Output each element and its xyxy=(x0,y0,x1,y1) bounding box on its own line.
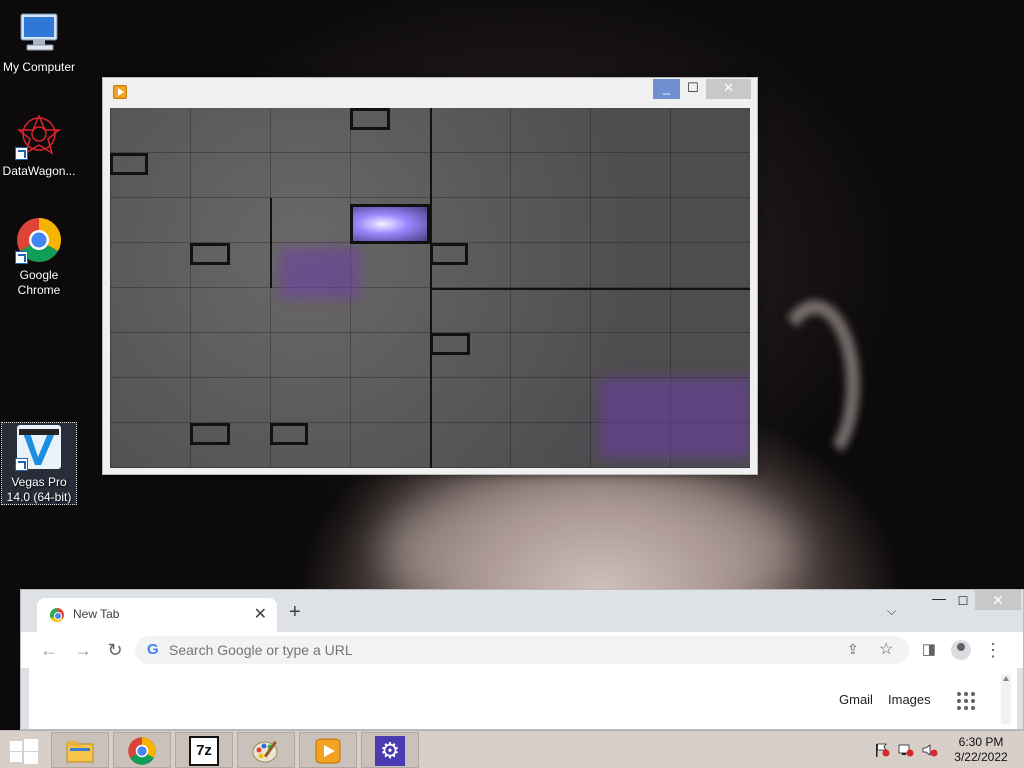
desktop-icon-label: Vegas Pro 14.0 (64-bit) xyxy=(6,475,72,504)
video-frame xyxy=(110,108,750,468)
chrome-icon xyxy=(127,736,157,766)
chrome-menu-button[interactable]: ⋮ xyxy=(981,638,1005,662)
taskbar-paint[interactable] xyxy=(237,732,295,768)
window-titlebar[interactable]: _ ☐ ✕ xyxy=(103,78,757,102)
new-tab-button[interactable]: + xyxy=(289,602,301,622)
clock-date: 3/22/2022 xyxy=(954,750,1008,764)
datawagon-icon xyxy=(15,112,63,160)
desktop-icon-google-chrome[interactable]: Google Chrome xyxy=(1,216,77,298)
profile-button[interactable] xyxy=(949,638,973,662)
taskbar-7zip[interactable]: 7z xyxy=(175,732,233,768)
video-player-window[interactable]: _ ☐ ✕ xyxy=(102,77,758,475)
chrome-icon xyxy=(15,216,63,264)
google-apps-icon[interactable] xyxy=(957,692,975,710)
file-explorer-icon xyxy=(65,736,95,766)
images-link[interactable]: Images xyxy=(888,692,931,707)
settings-gear-icon: ⚙ xyxy=(375,736,405,766)
taskbar-media-player[interactable] xyxy=(299,732,357,768)
minimize-button[interactable]: — xyxy=(927,590,951,614)
desktop-icon-vegas-pro[interactable]: Vegas Pro 14.0 (64-bit) xyxy=(1,422,77,505)
maximize-button[interactable]: ☐ xyxy=(951,590,975,614)
tab-title: New Tab xyxy=(73,607,120,621)
side-panel-icon[interactable]: ◨ xyxy=(917,638,941,662)
google-g-icon: G xyxy=(147,641,159,658)
network-icon[interactable] xyxy=(898,743,914,757)
address-input[interactable] xyxy=(169,640,809,660)
close-button[interactable]: ✕ xyxy=(975,590,1021,610)
tab-new-tab[interactable]: New Tab ✕ xyxy=(37,598,277,632)
back-button[interactable]: ← xyxy=(37,638,61,662)
computer-icon xyxy=(15,8,63,56)
vegas-pro-icon xyxy=(15,423,63,471)
gmail-link[interactable]: Gmail xyxy=(839,692,873,707)
desktop-icon-label: Google Chrome xyxy=(17,268,61,297)
desktop-icon-datawagon[interactable]: DataWagon... xyxy=(1,112,77,179)
taskbar-chrome[interactable] xyxy=(113,732,171,768)
minimize-button[interactable]: _ xyxy=(653,79,680,99)
paint-icon xyxy=(251,736,281,766)
chrome-window[interactable]: New Tab ✕ + ⌵ — ☐ ✕ ← → ↻ G ⇪ ☆ ◨ ⋮ Gmai… xyxy=(20,589,1024,730)
close-button[interactable]: ✕ xyxy=(706,79,751,99)
taskbar-settings[interactable]: ⚙ xyxy=(361,732,419,768)
start-button[interactable] xyxy=(10,739,38,764)
clock-time: 6:30 PM xyxy=(958,735,1004,749)
tab-search-dropdown-icon[interactable]: ⌵ xyxy=(887,604,896,619)
volume-muted-icon[interactable] xyxy=(922,743,938,757)
desktop-icon-label: DataWagon... xyxy=(2,164,76,178)
reload-button[interactable]: ↻ xyxy=(103,638,127,662)
taskbar: 7z ⚙ 6:30 PM 3/22/2022 xyxy=(0,730,1024,768)
forward-button[interactable]: → xyxy=(71,638,95,662)
taskbar-file-explorer[interactable] xyxy=(51,732,109,768)
scrollbar[interactable] xyxy=(1001,674,1011,724)
omnibox[interactable]: G ⇪ ☆ xyxy=(135,636,909,664)
tab-strip: New Tab ✕ + ⌵ — ☐ ✕ xyxy=(21,590,1023,632)
desktop-icon-my-computer[interactable]: My Computer xyxy=(1,8,77,75)
new-tab-page: Gmail Images xyxy=(29,668,1017,729)
bookmark-star-icon[interactable]: ☆ xyxy=(879,639,893,659)
7zip-icon: 7z xyxy=(189,736,219,766)
tab-close-icon[interactable]: ✕ xyxy=(254,604,267,624)
chrome-favicon-icon xyxy=(50,608,64,622)
maximize-button[interactable]: ☐ xyxy=(680,79,706,99)
chrome-toolbar: ← → ↻ G ⇪ ☆ ◨ ⋮ xyxy=(21,632,1023,668)
system-clock[interactable]: 6:30 PM 3/22/2022 xyxy=(946,735,1016,765)
media-player-icon xyxy=(313,736,343,766)
avatar-icon xyxy=(951,640,971,660)
desktop-icon-label: My Computer xyxy=(2,60,76,74)
share-icon[interactable]: ⇪ xyxy=(847,641,859,658)
action-center-flag-icon[interactable] xyxy=(874,743,890,757)
media-player-icon xyxy=(113,85,127,99)
